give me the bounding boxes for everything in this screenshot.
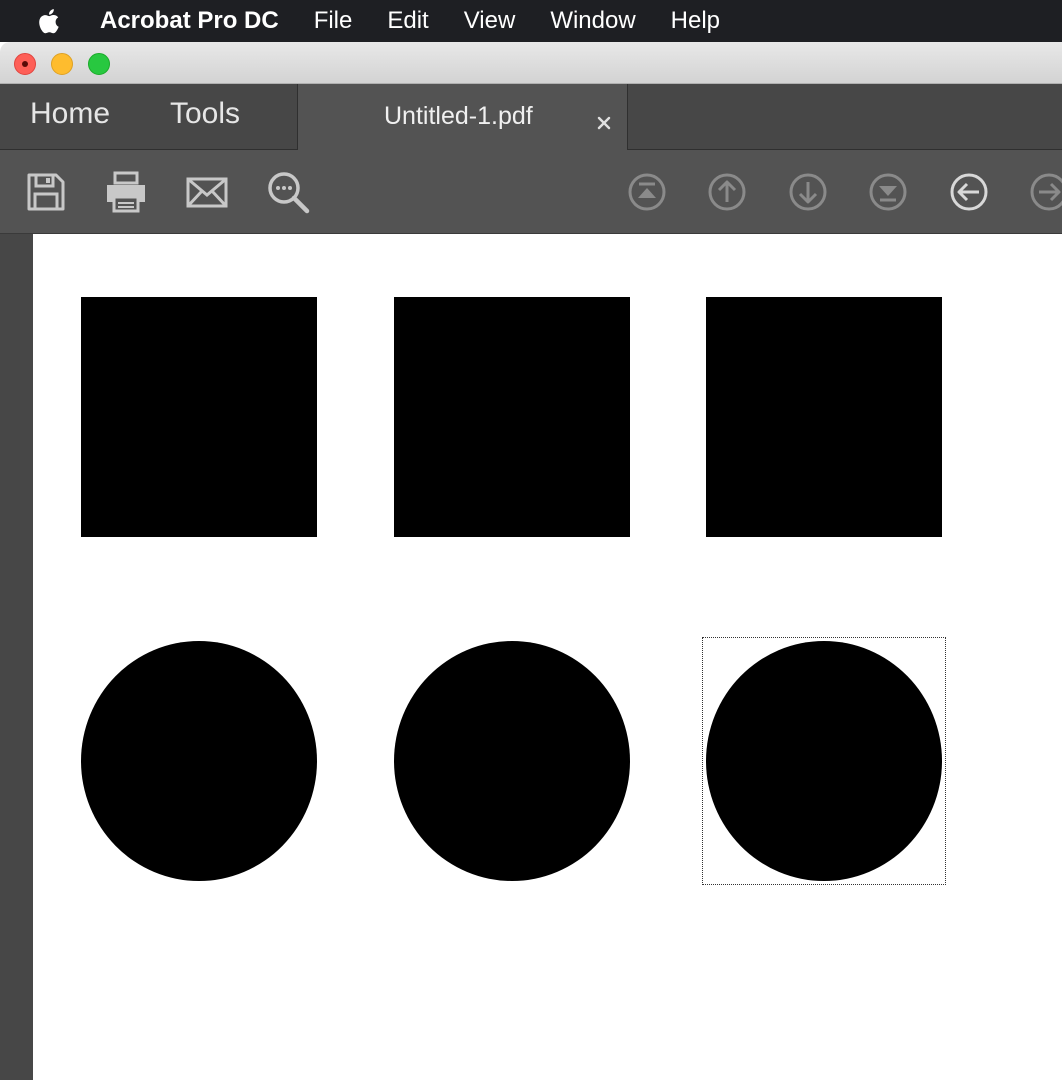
tab-document[interactable]: Untitled-1.pdf	[298, 84, 628, 150]
tab-bar-empty	[628, 84, 1062, 150]
square-shape[interactable]	[81, 297, 317, 537]
apple-logo-icon[interactable]	[36, 7, 70, 35]
menu-file[interactable]: File	[314, 0, 353, 42]
circle-shape[interactable]	[81, 641, 317, 881]
save-icon[interactable]	[24, 170, 68, 214]
tab-home[interactable]: Home	[30, 97, 110, 131]
window-zoom-button[interactable]	[88, 53, 110, 75]
circle-shape[interactable]	[394, 641, 630, 881]
tab-document-title: Untitled-1.pdf	[384, 102, 533, 130]
next-page-icon[interactable]	[786, 170, 830, 214]
menu-help[interactable]: Help	[671, 0, 720, 42]
menu-app-name[interactable]: Acrobat Pro DC	[100, 0, 279, 42]
menu-view[interactable]: View	[464, 0, 516, 42]
email-icon[interactable]	[185, 170, 229, 214]
next-view-icon[interactable]	[1027, 170, 1062, 214]
menu-bar: Acrobat Pro DC File Edit View Window Hel…	[0, 0, 1062, 42]
print-icon[interactable]	[104, 170, 148, 214]
tab-tools[interactable]: Tools	[170, 97, 240, 131]
window-minimize-button[interactable]	[51, 53, 73, 75]
document-page[interactable]	[33, 234, 1062, 1080]
first-page-icon[interactable]	[625, 170, 669, 214]
window-close-button[interactable]	[14, 53, 36, 75]
window-title-bar[interactable]	[0, 42, 1062, 84]
menu-window[interactable]: Window	[550, 0, 635, 42]
last-page-icon[interactable]	[866, 170, 910, 214]
find-icon[interactable]	[266, 170, 310, 214]
previous-view-icon[interactable]	[947, 170, 991, 214]
previous-page-icon[interactable]	[705, 170, 749, 214]
square-shape[interactable]	[706, 297, 942, 537]
square-shape[interactable]	[394, 297, 630, 537]
tab-group-home-tools: Home Tools	[0, 84, 298, 150]
tab-close-icon[interactable]	[595, 106, 613, 130]
left-panel-rail[interactable]	[0, 234, 33, 1080]
selection-box[interactable]	[702, 637, 946, 885]
tab-bar: Home Tools Untitled-1.pdf	[0, 84, 1062, 150]
menu-edit[interactable]: Edit	[387, 0, 428, 42]
toolbar	[0, 150, 1062, 234]
